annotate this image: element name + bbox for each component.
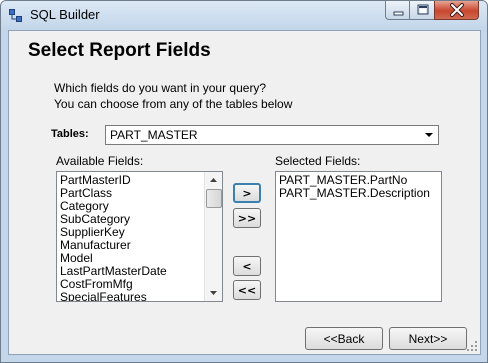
scroll-thumb[interactable] [206,189,222,208]
scroll-down-icon[interactable] [205,284,222,301]
available-fields-scrollbar[interactable] [204,172,222,301]
list-item[interactable]: SpecialFeatures [57,291,167,302]
description-line-2: You can choose from any of the tables be… [54,97,293,111]
resize-grip-icon[interactable] [467,341,478,352]
window-title: SQL Builder [30,7,100,22]
add-all-fields-button[interactable]: >> [233,208,261,228]
page-title: Select Report Fields [28,40,211,61]
list-item[interactable]: PART_MASTER.Description [276,187,430,200]
maximize-icon [417,4,429,15]
remove-all-fields-button[interactable]: << [233,280,261,300]
available-fields-label: Available Fields: [56,154,144,168]
remove-field-button[interactable]: < [233,256,261,276]
close-icon [450,3,464,17]
description-line-1: Which fields do you want in your query? [54,81,267,95]
available-fields-list[interactable]: PartMasterID PartClass Category SubCateg… [56,171,223,302]
add-field-button[interactable]: > [233,183,261,203]
tables-label: Tables: [51,128,89,140]
sql-builder-window: SQL Builder Select Report Fields Which f… [0,0,488,363]
back-button[interactable]: <<Back [305,327,383,350]
app-icon [9,9,22,22]
selected-fields-list[interactable]: PART_MASTER.PartNo PART_MASTER.Descripti… [275,171,442,302]
close-button[interactable] [434,1,479,20]
maximize-button[interactable] [409,1,435,20]
next-button[interactable]: Next>> [389,327,467,350]
minimize-icon [393,11,404,16]
selected-fields-label: Selected Fields: [275,154,361,168]
tables-selected-value: PART_MASTER [110,128,198,142]
scroll-up-icon[interactable] [205,172,222,189]
dialog-client-area: Select Report Fields Which fields do you… [8,30,481,355]
title-bar[interactable]: SQL Builder [1,1,487,29]
chevron-down-icon[interactable] [421,127,437,143]
tables-dropdown[interactable]: PART_MASTER [105,125,439,145]
minimize-button[interactable] [385,1,410,20]
